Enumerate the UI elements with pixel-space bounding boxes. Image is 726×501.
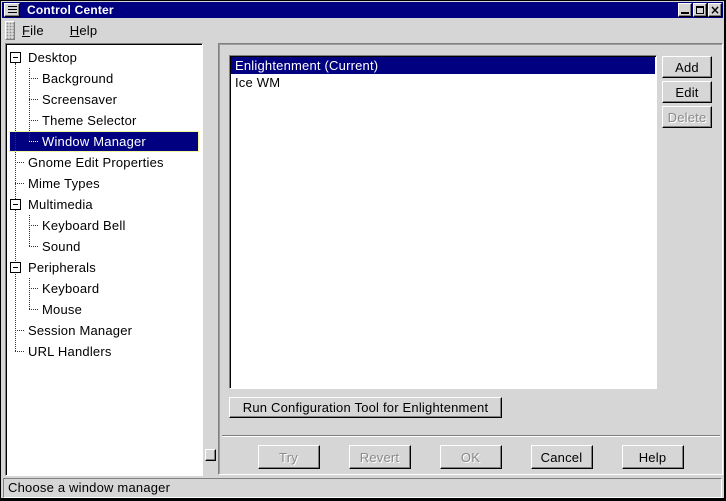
paned-handle[interactable] [205,449,216,461]
titlebar[interactable]: Control Center × [2,2,723,18]
edit-button[interactable]: Edit [662,81,712,103]
ok-button[interactable]: OK [440,445,502,469]
tree-item-mouse[interactable]: Mouse [9,299,199,320]
wm-list-item-enlightenment-current[interactable]: Enlightenment (Current) [231,57,655,74]
window-menu-button[interactable] [4,3,20,17]
maximize-icon [696,6,704,14]
expander-icon[interactable] [10,199,21,210]
window-controls: × [678,3,722,17]
tree-item-theme-selector[interactable]: Theme Selector [9,110,199,131]
list-buttons: Add Edit Delete [662,56,712,128]
tree-item-url-handlers[interactable]: URL Handlers [9,341,199,362]
tree-item-gnome-edit-properties[interactable]: Gnome Edit Properties [9,152,199,173]
tree-item-window-manager[interactable]: Window Manager [9,131,199,152]
add-button[interactable]: Add [662,56,712,78]
menubar-grip-handle[interactable] [5,21,15,40]
window-menu-icon [8,6,17,14]
control-center-window: Control Center × File Help DesktopBackgr… [0,0,726,501]
settings-tree: DesktopBackgroundScreensaverTheme Select… [5,43,203,476]
status-text: Choose a window manager [8,480,170,495]
tree-item-keyboard[interactable]: Keyboard [9,278,199,299]
tree-item-peripherals[interactable]: Peripherals [9,257,199,278]
menubar: File Help [2,18,723,43]
tree-item-screensaver[interactable]: Screensaver [9,89,199,110]
expander-icon[interactable] [10,262,21,273]
help-button[interactable]: Help [622,445,684,469]
tree-item-background[interactable]: Background [9,68,199,89]
minimize-icon [681,6,689,14]
delete-button[interactable]: Delete [662,106,712,128]
wm-list: Enlightenment (Current)Ice WM [229,55,657,389]
tree-item-session-manager[interactable]: Session Manager [9,320,199,341]
window-manager-capplet: Enlightenment (Current)Ice WM Add Edit Del… [218,43,723,475]
close-icon: × [710,5,720,15]
paned-separator[interactable] [204,43,217,476]
tree-guide-line [29,68,30,141]
window-title: Control Center [27,2,114,18]
revert-button[interactable]: Revert [349,445,411,469]
statusbar: Choose a window manager [3,478,722,498]
action-buttons: Try Revert OK Cancel Help [219,445,722,469]
menu-help[interactable]: Help [64,21,104,40]
cancel-button[interactable]: Cancel [531,445,593,469]
try-button[interactable]: Try [258,445,320,469]
tree-item-desktop[interactable]: Desktop [9,47,199,68]
maximize-button[interactable] [693,3,707,17]
tree-guide-line [29,215,30,246]
tree-guide-line [29,278,30,309]
minimize-button[interactable] [678,3,692,17]
tree-item-sound[interactable]: Sound [9,236,199,257]
menu-file[interactable]: File [16,21,50,40]
tree-item-multimedia[interactable]: Multimedia [9,194,199,215]
close-button[interactable]: × [708,3,722,17]
wm-list-item-ice-wm[interactable]: Ice WM [231,74,655,91]
expander-icon[interactable] [10,52,21,63]
tree-item-keyboard-bell[interactable]: Keyboard Bell [9,215,199,236]
run-config-button[interactable]: Run Configuration Tool for Enlightenment [229,397,502,418]
tree-item-mime-types[interactable]: Mime Types [9,173,199,194]
action-separator [222,435,720,437]
